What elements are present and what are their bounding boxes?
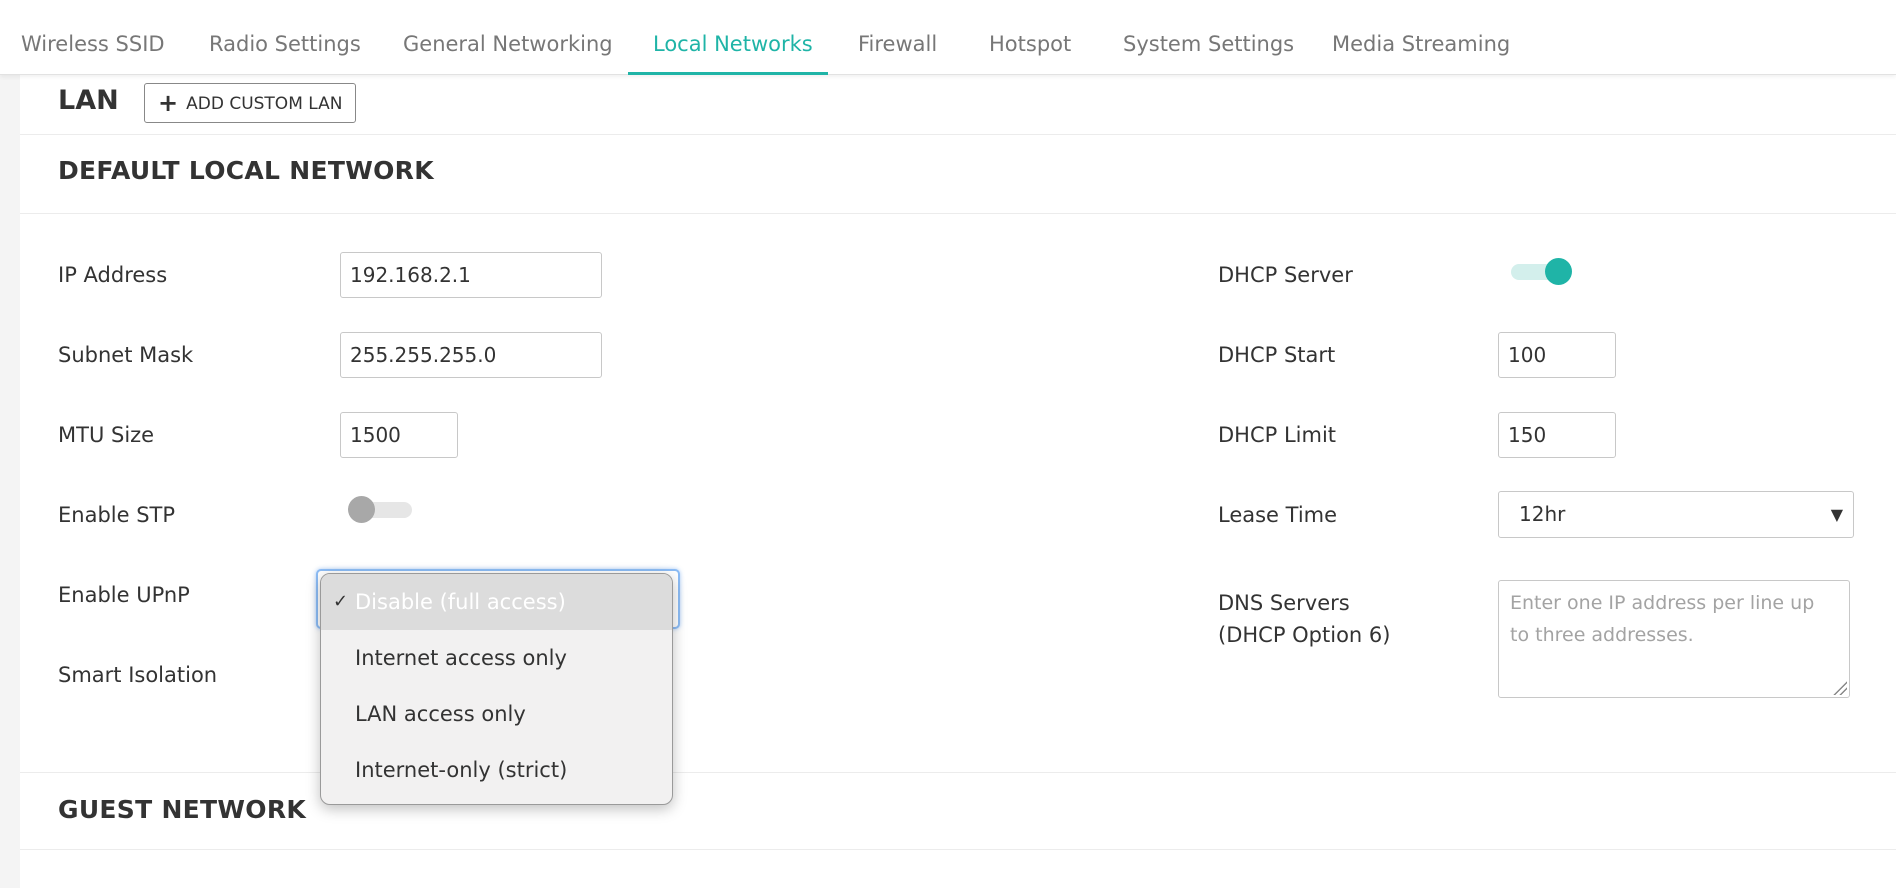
guest-network-title: GUEST NETWORK	[58, 795, 307, 824]
tab-system-settings[interactable]: System Settings	[1098, 0, 1319, 75]
tab-radio-settings[interactable]: Radio Settings	[184, 0, 386, 75]
option-label: Internet access only	[355, 646, 567, 670]
dhcp-server-toggle[interactable]	[1505, 256, 1572, 286]
dhcp-server-label: DHCP Server	[1218, 263, 1353, 287]
dns-servers-placeholder: Enter one IP address per line up to thre…	[1510, 592, 1815, 646]
tab-general-networking[interactable]: General Networking	[378, 0, 638, 75]
dns-servers-label: DNS Servers	[1218, 591, 1350, 615]
add-custom-lan-label: ADD CUSTOM LAN	[186, 94, 343, 114]
lease-time-select[interactable]: 12hr ▼	[1498, 491, 1854, 538]
lease-time-label: Lease Time	[1218, 503, 1338, 527]
subnet-mask-label: Subnet Mask	[58, 343, 194, 367]
enable-stp-toggle[interactable]	[348, 494, 414, 524]
option-label: Internet-only (strict)	[355, 758, 568, 782]
mtu-size-input[interactable]: 1500	[340, 412, 458, 458]
lease-time-value: 12hr	[1519, 502, 1566, 526]
tab-wireless-ssid[interactable]: Wireless SSID	[0, 0, 190, 75]
dhcp-start-input[interactable]: 100	[1498, 332, 1616, 378]
enable-stp-label: Enable STP	[58, 503, 176, 527]
mtu-size-label: MTU Size	[58, 423, 155, 447]
subnet-mask-input[interactable]: 255.255.255.0	[340, 332, 602, 378]
resize-grip-icon[interactable]	[1833, 681, 1847, 695]
tab-hotspot[interactable]: Hotspot	[964, 0, 1096, 75]
option-internet-only-strict[interactable]: Internet-only (strict)	[321, 742, 672, 798]
dns-servers-sublabel: (DHCP Option 6)	[1218, 623, 1391, 647]
ip-address-input[interactable]: 192.168.2.1	[340, 252, 602, 298]
smart-isolation-label: Smart Isolation	[58, 663, 218, 687]
smart-isolation-menu: ✓ Disable (full access) Internet access …	[320, 573, 673, 805]
dhcp-limit-label: DHCP Limit	[1218, 423, 1337, 447]
dhcp-limit-input[interactable]: 150	[1498, 412, 1616, 458]
lan-title: LAN	[58, 85, 119, 116]
lan-header: LAN + ADD CUSTOM LAN	[20, 75, 1896, 135]
toggle-knob	[348, 496, 375, 523]
tab-media-streaming[interactable]: Media Streaming	[1307, 0, 1535, 75]
top-nav: Wireless SSID Radio Settings General Net…	[0, 0, 1896, 75]
guest-network-header: GUEST NETWORK	[20, 772, 1896, 850]
option-disable-full-access[interactable]: ✓ Disable (full access)	[321, 574, 672, 630]
caret-down-icon: ▼	[1830, 505, 1843, 524]
dns-servers-textarea[interactable]: Enter one IP address per line up to thre…	[1498, 580, 1850, 698]
enable-upnp-label: Enable UPnP	[58, 583, 190, 607]
dhcp-start-label: DHCP Start	[1218, 343, 1336, 367]
tab-firewall[interactable]: Firewall	[833, 0, 962, 75]
plus-icon: +	[158, 89, 179, 117]
option-internet-access-only[interactable]: Internet access only	[321, 630, 672, 686]
option-label: LAN access only	[355, 702, 526, 726]
checkmark-icon: ✓	[333, 591, 349, 612]
tab-local-networks[interactable]: Local Networks	[628, 0, 828, 75]
default-network-title: DEFAULT LOCAL NETWORK	[58, 156, 434, 185]
default-network-header: DEFAULT LOCAL NETWORK	[20, 136, 1896, 214]
toggle-knob	[1545, 258, 1572, 285]
add-custom-lan-button[interactable]: + ADD CUSTOM LAN	[144, 83, 357, 123]
option-lan-access-only[interactable]: LAN access only	[321, 686, 672, 742]
ip-address-label: IP Address	[58, 263, 168, 287]
option-label: Disable (full access)	[355, 590, 566, 614]
local-networks-panel: LAN + ADD CUSTOM LAN DEFAULT LOCAL NETWOR…	[20, 75, 1896, 888]
